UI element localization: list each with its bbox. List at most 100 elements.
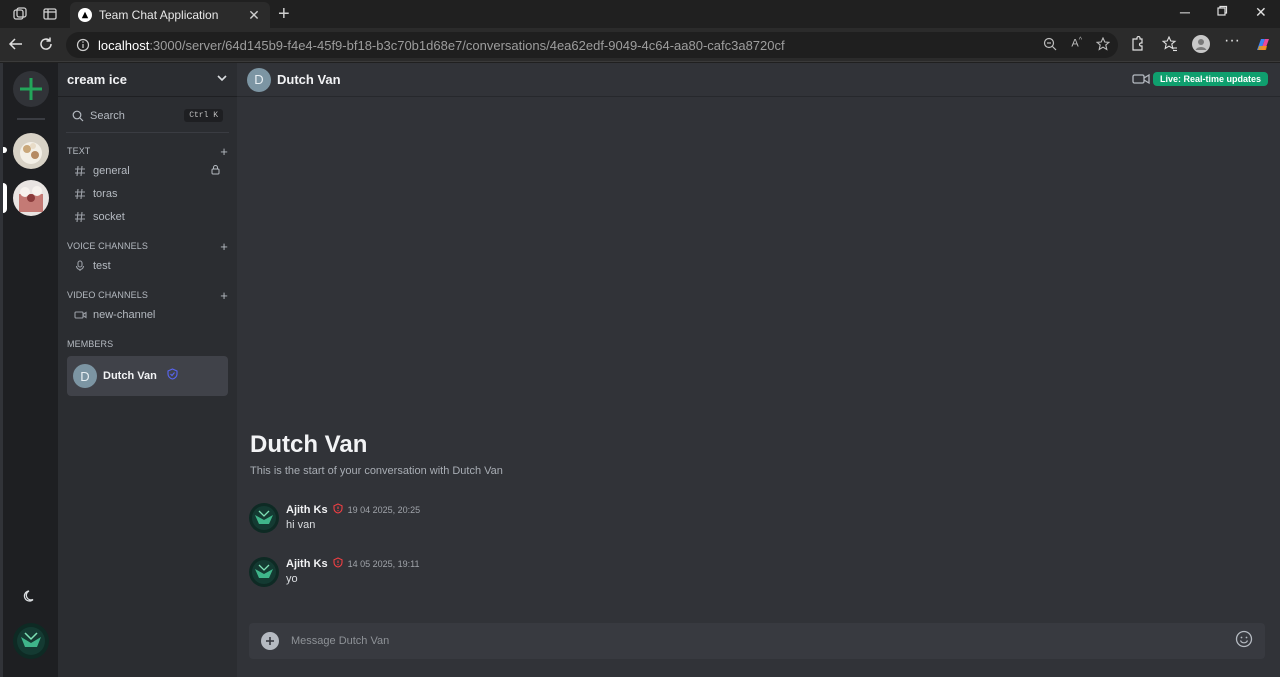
browser-toolbar: localhost :3000/server/64d145b9-f4e4-45f… [0,28,1280,62]
message-author[interactable]: Ajith Ks [286,558,328,570]
channel-label: general [93,165,130,177]
live-status-badge: Live: Real-time updates [1152,72,1268,86]
channel-new-channel[interactable]: new-channel [66,304,229,326]
tab-title: Team Chat Application [99,8,219,22]
message-timestamp: 14 05 2025, 19:11 [347,559,420,569]
plus-icon [20,78,42,100]
more-menu-icon[interactable]: ··· [1224,32,1240,50]
section-video-label: VIDEO CHANNELS [67,290,148,300]
read-aloud-icon[interactable]: A^ [1071,37,1082,54]
extensions-icon[interactable] [1129,35,1145,57]
member-name: Dutch Van [103,370,157,382]
section-voice-label: VOICE CHANNELS [67,241,148,251]
welcome-title: Dutch Van [250,431,368,458]
section-video: VIDEO CHANNELS + [58,287,237,303]
microphone-icon [74,260,88,272]
member-dutch-van[interactable]: D Dutch Van [67,356,228,396]
video-camera-icon [74,309,88,321]
app-root: cream ice Search Ctrl K TEXT + general t… [0,63,1280,677]
channel-label: socket [93,211,125,223]
profile-icon[interactable] [1192,35,1210,58]
search-shortcut: Ctrl K [184,109,223,122]
triangle-icon [78,8,92,22]
sidebar-divider [66,132,229,133]
url-path: :3000/server/64d145b9-f4e4-45f9-bf18-b3c… [149,37,785,53]
welcome-subtitle: This is the start of your conversation w… [250,465,503,477]
channel-general[interactable]: general [66,160,229,182]
copilot-icon[interactable] [1254,36,1272,59]
hash-icon [74,165,88,177]
maximize-icon[interactable] [1216,4,1228,20]
admin-shield-icon [333,501,343,519]
new-tab-icon[interactable]: + [278,3,290,26]
header-avatar: D [247,67,271,92]
server-unread-pill [3,147,7,153]
channel-sidebar: cream ice Search Ctrl K TEXT + general t… [58,63,237,677]
attach-plus-icon[interactable] [261,632,279,650]
message-author[interactable]: Ajith Ks [286,504,328,516]
back-arrow-icon[interactable] [8,36,24,57]
add-video-channel-icon[interactable]: + [220,288,228,303]
section-members: MEMBERS [58,336,237,352]
search-icon [72,110,84,122]
server-icon-1[interactable] [13,133,49,169]
section-text: TEXT + [58,143,237,159]
section-members-label: MEMBERS [67,339,114,349]
favorites-icon[interactable] [1161,35,1178,57]
message-avatar[interactable] [249,503,279,533]
chat-main: D Dutch Van Live: Real-time updates Dutc… [237,63,1280,677]
close-icon[interactable]: ✕ [246,7,262,24]
workspaces-icon[interactable] [12,6,28,27]
favorite-star-icon[interactable] [1095,36,1111,54]
server-name: cream ice [67,72,127,87]
browser-titlebar: Team Chat Application ✕ + ─ ✕ [0,0,1280,28]
header-title: Dutch Van [277,72,341,87]
user-avatar[interactable] [13,623,49,659]
zoom-icon[interactable] [1043,37,1057,54]
tab-actions-icon[interactable] [42,6,58,27]
url-host: localhost [98,37,150,53]
server-icon-cream-ice[interactable] [13,180,49,216]
add-voice-channel-icon[interactable]: + [220,239,228,254]
server-rail [3,63,58,677]
reload-icon[interactable] [38,36,54,57]
message-input[interactable]: Message Dutch Van [291,635,1235,647]
channel-label: test [93,260,111,272]
rail-divider [17,118,45,120]
member-avatar: D [73,364,97,388]
minimize-icon[interactable]: ─ [1180,4,1190,20]
search-label: Search [90,109,125,122]
message-item: Ajith Ks 14 05 2025, 19:11 yo [249,557,419,587]
message-avatar[interactable] [249,557,279,587]
hash-icon [74,211,88,223]
lock-icon [210,164,221,178]
message-text: yo [286,573,298,585]
address-bar[interactable]: localhost :3000/server/64d145b9-f4e4-45f… [66,32,1118,58]
hash-icon [74,188,88,200]
browser-tab[interactable]: Team Chat Application ✕ [70,2,270,28]
channel-toras[interactable]: toras [66,183,229,205]
chevron-down-icon[interactable] [216,71,228,89]
message-composer[interactable]: Message Dutch Van [249,623,1265,659]
server-header[interactable]: cream ice [58,63,237,97]
window-close-icon[interactable]: ✕ [1255,4,1267,21]
channel-socket[interactable]: socket [66,206,229,228]
section-voice: VOICE CHANNELS + [58,238,237,254]
channel-label: toras [93,188,118,200]
theme-toggle-moon-icon[interactable] [23,589,37,608]
moderator-shield-icon [167,367,178,385]
admin-shield-icon [333,555,343,573]
add-server-button[interactable] [13,71,49,107]
emoji-icon[interactable] [1235,630,1253,653]
add-text-channel-icon[interactable]: + [220,144,228,159]
site-info-icon[interactable] [76,38,90,52]
channel-test[interactable]: test [66,255,229,277]
server-selected-pill [3,183,7,213]
search-button[interactable]: Search Ctrl K [66,103,229,128]
message-timestamp: 19 04 2025, 20:25 [347,505,421,515]
message-text: hi van [286,519,316,531]
video-call-icon[interactable] [1132,72,1150,91]
channel-label: new-channel [93,309,156,321]
message-item: Ajith Ks 19 04 2025, 20:25 hi van [249,503,420,533]
chat-header: D Dutch Van Live: Real-time updates [237,63,1280,97]
